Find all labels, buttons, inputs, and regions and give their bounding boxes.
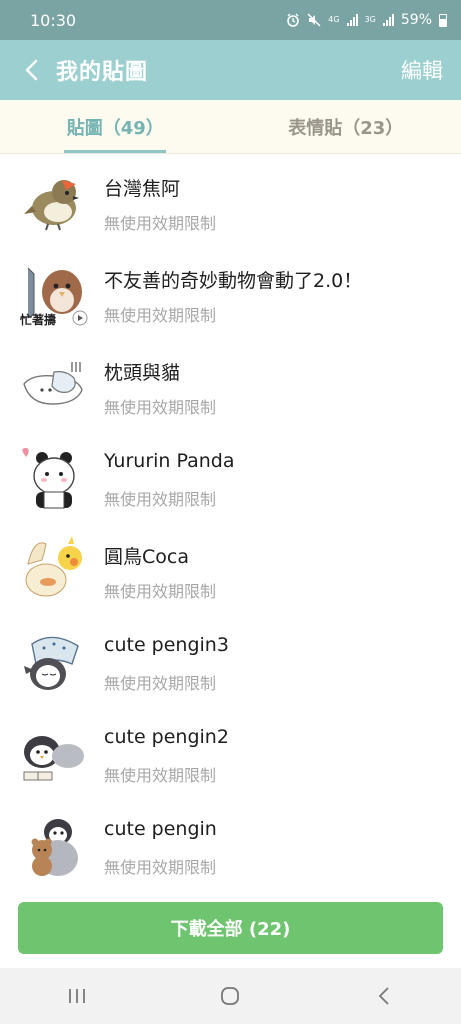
battery-icon (439, 13, 447, 27)
system-nav-bar (0, 968, 461, 1024)
panda-sticker-icon (22, 448, 75, 509)
sticker-validity: 無使用效期限制 (104, 858, 217, 877)
sticker-title: 圓鳥Coca (104, 546, 189, 568)
mute-icon (307, 13, 321, 27)
sticker-validity: 無使用效期限制 (104, 582, 217, 601)
signal-icon (346, 14, 358, 26)
status-icons: 4G 3G 59% (286, 12, 447, 28)
penguin-teddy-sticker-icon (31, 819, 78, 876)
sticker-validity: 無使用效期限制 (104, 306, 217, 325)
home-icon (221, 987, 240, 1005)
sticker-item-1[interactable]: 忙著擣 不友善的奇妙動物會動了2.0！ 無使用效期限制 (0, 252, 461, 344)
download-all-button[interactable]: 下載全部 (22) (18, 902, 443, 954)
status-bar: 10:30 4G 3G 59% (0, 0, 461, 40)
tab-bar: 貼圖（49） 表情貼（23） (0, 100, 461, 154)
sticker-item-7[interactable]: cute pengin 無使用效期限制 (0, 804, 461, 896)
recent-apps-button[interactable] (47, 976, 107, 1016)
nav-back-icon (378, 987, 389, 1005)
app-bar: 我的貼圖 編輯 (0, 40, 461, 100)
penguin-sleeping-sticker-icon (24, 636, 79, 690)
network-3g-label: 3G (364, 15, 376, 24)
sticker-title: 不友善的奇妙動物會動了2.0！ (104, 270, 363, 292)
sticker-title: 枕頭與貓 (104, 362, 181, 384)
penguin-reading-sticker-icon (23, 736, 84, 781)
sticker-validity: 無使用效期限制 (104, 214, 217, 233)
sticker-list: 台灣焦阿 無使用效期限制 忙著擣 不友善的奇妙動物會動了2.0！ 無使用效期限制… (0, 154, 461, 900)
sticker-validity: 無使用效期限制 (104, 766, 217, 785)
page-title: 我的貼圖 (56, 60, 149, 85)
sticker-title: cute pengin2 (104, 726, 229, 748)
thumb-caption: 忙著擣 (20, 312, 56, 327)
status-time: 10:30 (30, 10, 77, 30)
sticker-item-0[interactable]: 台灣焦阿 無使用效期限制 (0, 160, 461, 252)
sticker-validity: 無使用效期限制 (104, 398, 217, 417)
alarm-icon (287, 13, 300, 27)
tab-stickers[interactable]: 貼圖（49） (0, 100, 231, 153)
bird-with-fish-sticker-icon: 忙著擣 (20, 267, 88, 327)
cockatiel-sticker-icon (25, 536, 82, 597)
edit-button[interactable]: 編輯 (401, 55, 461, 85)
network-4g-label: 4G (328, 15, 340, 24)
sticker-title: cute pengin3 (104, 634, 229, 656)
back-button[interactable] (0, 40, 56, 100)
sticker-validity: 無使用效期限制 (104, 674, 217, 693)
home-button[interactable] (200, 976, 260, 1016)
sticker-title: cute pengin (104, 818, 217, 840)
sticker-item-5[interactable]: cute pengin3 無使用效期限制 (0, 620, 461, 712)
chevron-left-icon (25, 59, 38, 81)
sticker-title: Yururin Panda (104, 450, 235, 472)
battery-percent: 59% (400, 12, 432, 28)
nav-back-button[interactable] (354, 976, 414, 1016)
sticker-title: 台灣焦阿 (104, 178, 181, 200)
recent-apps-icon (68, 989, 85, 1003)
sticker-item-2[interactable]: 枕頭與貓 無使用效期限制 (0, 344, 461, 436)
pillow-cat-sticker-icon (23, 362, 83, 405)
tab-emoji[interactable]: 表情貼（23） (231, 100, 461, 153)
signal-icon-2 (382, 14, 394, 26)
sticker-item-6[interactable]: cute pengin2 無使用效期限制 (0, 712, 461, 804)
sticker-item-3[interactable]: Yururin Panda 無使用效期限制 (0, 436, 461, 528)
sticker-item-4[interactable]: 圓鳥Coca 無使用效期限制 (0, 528, 461, 620)
sticker-validity: 無使用效期限制 (104, 490, 217, 509)
sparrow-sticker-icon (24, 180, 79, 231)
